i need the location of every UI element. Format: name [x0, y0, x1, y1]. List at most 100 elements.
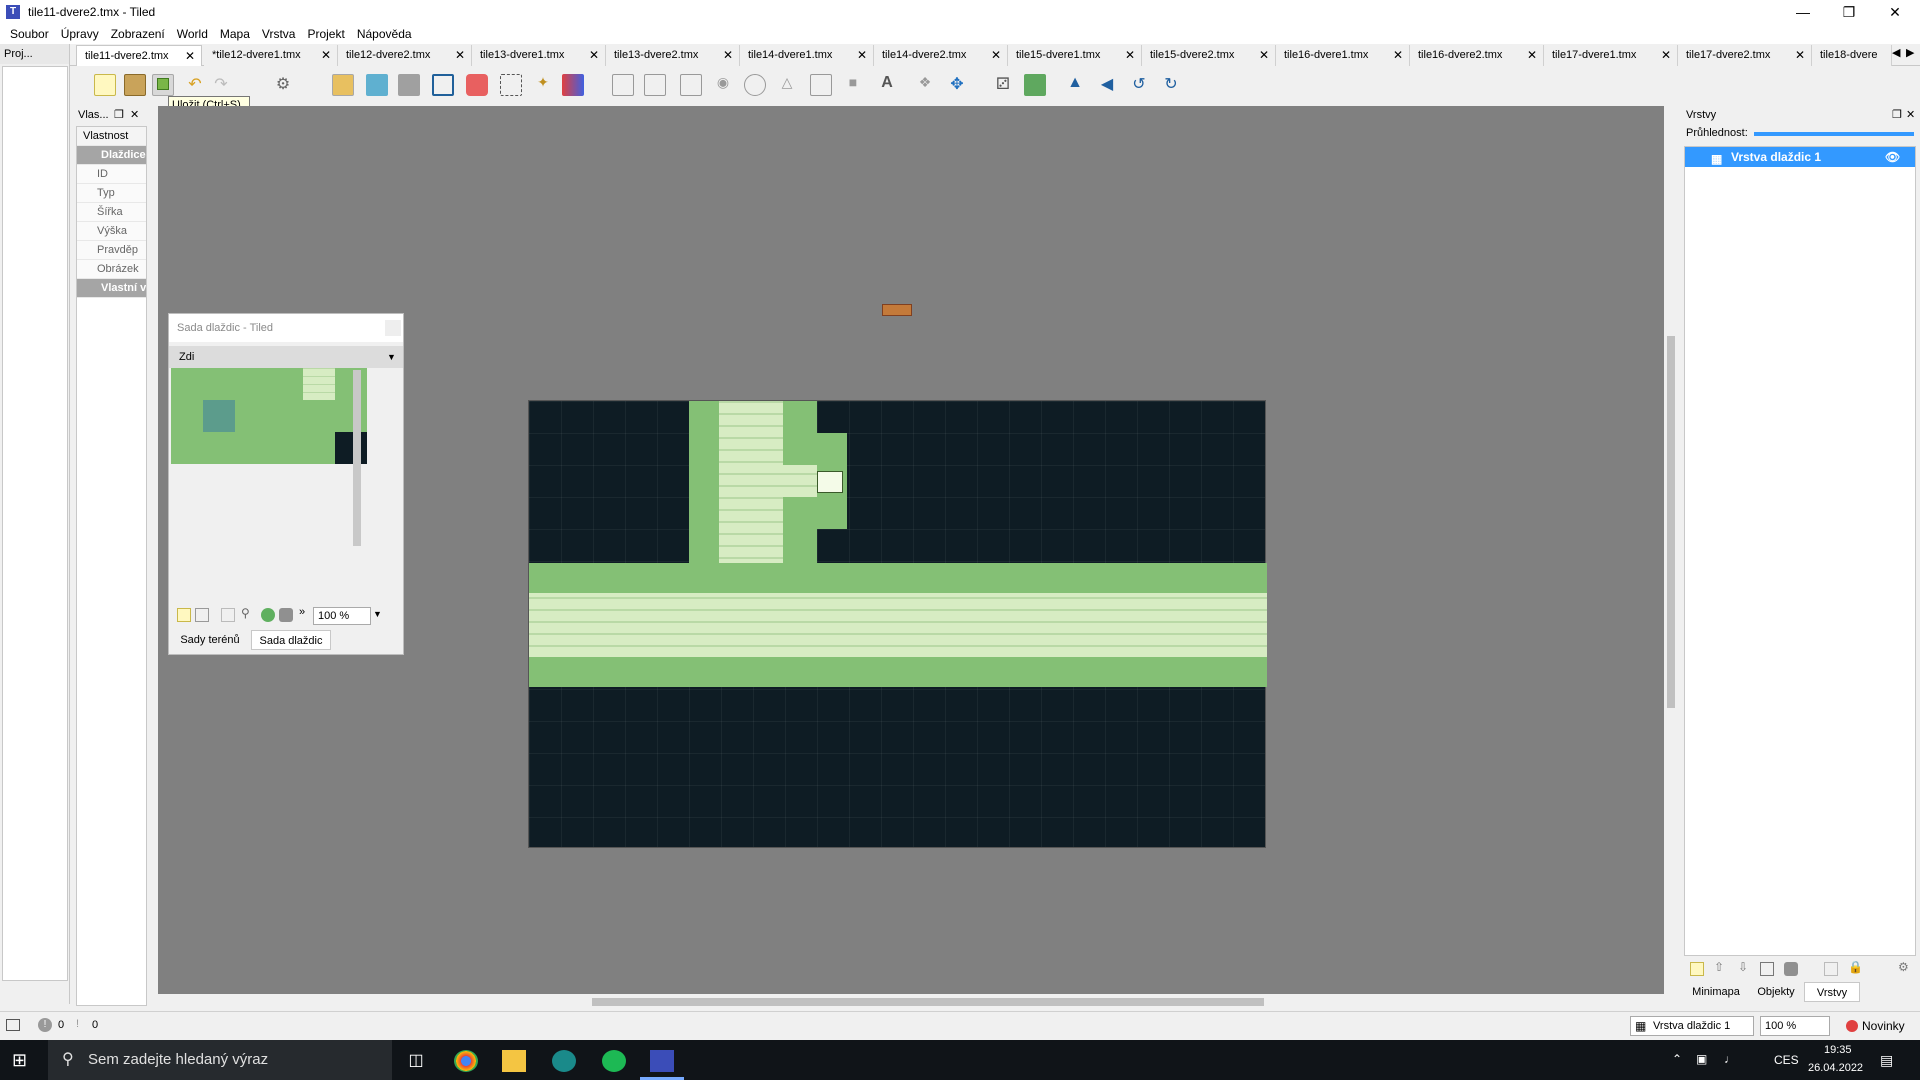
opacity-slider[interactable]: [1754, 132, 1914, 136]
tab-layers[interactable]: Vrstvy: [1804, 982, 1860, 1002]
remove-tileset-icon[interactable]: [279, 608, 293, 622]
move-icon[interactable]: ✥: [946, 74, 968, 96]
layer-row[interactable]: ▦ Vrstva dlaždic 1 👁: [1685, 147, 1915, 167]
close-tab-icon[interactable]: ✕: [1527, 45, 1537, 65]
flip-horizontal-icon[interactable]: ▲: [1064, 74, 1086, 96]
canvas-vertical-scrollbar[interactable]: [1664, 106, 1678, 994]
property-width[interactable]: Šířka: [77, 203, 146, 222]
menu-edit[interactable]: Úpravy: [61, 27, 99, 41]
language-indicator[interactable]: CES: [1774, 1053, 1799, 1067]
tab-tileset[interactable]: Sada dlaždic: [251, 630, 331, 650]
raise-layer-icon[interactable]: ⇧: [1714, 960, 1724, 974]
task-view-icon[interactable]: ◫: [404, 1050, 428, 1072]
property-height[interactable]: Výška: [77, 222, 146, 241]
undo-icon[interactable]: ↶: [184, 74, 206, 96]
tile-selected[interactable]: [203, 400, 235, 432]
error-icon[interactable]: !: [38, 1018, 52, 1032]
chrome-icon[interactable]: [454, 1050, 478, 1072]
clock-time[interactable]: 19:35: [1824, 1044, 1852, 1056]
tab-scroll-left-icon[interactable]: ◀: [1892, 46, 1900, 59]
tab-tile14-dvere1[interactable]: tile14-dvere1.tmx ✕: [740, 45, 874, 66]
more-icon[interactable]: »: [299, 606, 305, 618]
rotate-left-icon[interactable]: ↺: [1128, 74, 1150, 96]
search-icon[interactable]: ⚲: [241, 606, 250, 620]
console-icon[interactable]: [6, 1019, 20, 1031]
lower-layer-icon[interactable]: ⇩: [1738, 960, 1748, 974]
tile-map[interactable]: [528, 400, 1267, 848]
tab-tile13-dvere2[interactable]: tile13-dvere2.tmx ✕: [606, 45, 740, 66]
menu-project[interactable]: Projekt: [307, 27, 344, 41]
command-icon[interactable]: ⚙: [272, 74, 294, 96]
rect-select-icon[interactable]: [500, 74, 522, 96]
duplicate-layer-icon[interactable]: [1760, 962, 1774, 976]
network-icon[interactable]: ▣: [1696, 1052, 1707, 1066]
tab-terrain-sets[interactable]: Sady terénů: [169, 630, 251, 650]
tab-minimap[interactable]: Minimapa: [1684, 982, 1748, 1002]
close-tab-icon[interactable]: ✕: [857, 45, 867, 65]
tab-tile12-dvere1[interactable]: *tile12-dvere1.tmx ✕: [204, 45, 338, 66]
tab-tile12-dvere2[interactable]: tile12-dvere2.tmx ✕: [338, 45, 472, 66]
project-tree[interactable]: [2, 66, 68, 981]
group-custom-properties[interactable]: Vlastní v: [77, 279, 146, 298]
clock-date[interactable]: 26.04.2022: [1808, 1062, 1863, 1074]
restore-icon[interactable]: ❐: [1826, 0, 1872, 24]
volume-icon[interactable]: ♩: [1724, 1052, 1736, 1066]
embed-tileset-icon[interactable]: [195, 608, 209, 622]
export-tileset-icon[interactable]: [221, 608, 235, 622]
properties-table[interactable]: Vlastnost Dlaždice ID Typ Šířka Výška Pr…: [76, 126, 147, 1006]
property-type[interactable]: Typ: [77, 184, 146, 203]
current-layer-select[interactable]: ▦ Vrstva dlaždic 1: [1630, 1016, 1754, 1036]
close-tab-icon[interactable]: ✕: [589, 45, 599, 65]
notifications-icon[interactable]: ▤: [1880, 1052, 1893, 1069]
menu-layer[interactable]: Vrstva: [262, 27, 296, 41]
redo-icon[interactable]: ↷: [210, 74, 232, 96]
minimize-icon[interactable]: —: [1780, 0, 1826, 24]
float-panel-icon[interactable]: ❐: [1892, 108, 1902, 121]
tile-row-2[interactable]: [171, 400, 367, 432]
random-mode-icon[interactable]: ⚂: [992, 74, 1014, 96]
eraser-icon[interactable]: [466, 74, 488, 96]
layer-settings-icon[interactable]: ⚙: [1898, 960, 1909, 974]
tab-tile16-dvere2[interactable]: tile16-dvere2.tmx ✕: [1410, 45, 1544, 66]
close-tab-icon[interactable]: ✕: [455, 45, 465, 65]
property-id[interactable]: ID: [77, 165, 146, 184]
spotify-icon[interactable]: [602, 1050, 626, 1072]
menu-help[interactable]: Nápověda: [357, 27, 412, 41]
close-tab-icon[interactable]: ✕: [723, 45, 733, 65]
menu-view[interactable]: Zobrazení: [111, 27, 165, 41]
close-tab-icon[interactable]: ✕: [1795, 45, 1805, 65]
terrain-brush-icon[interactable]: [366, 74, 388, 96]
close-panel-icon[interactable]: ✕: [1906, 108, 1915, 121]
tile-row-3[interactable]: [171, 432, 335, 464]
tab-tile15-dvere1[interactable]: tile15-dvere1.tmx ✕: [1008, 45, 1142, 66]
float-panel-icon[interactable]: ❐: [114, 108, 124, 121]
close-panel-icon[interactable]: ✕: [130, 108, 139, 121]
property-image[interactable]: Obrázek: [77, 260, 146, 279]
toggle-other-layers-icon[interactable]: [1824, 962, 1838, 976]
tab-tile17-dvere2[interactable]: tile17-dvere2.tmx ✕: [1678, 45, 1812, 66]
zoom-select[interactable]: 100 %: [1760, 1016, 1830, 1036]
tileset-select[interactable]: Zdi ▼: [169, 346, 403, 368]
insert-template-icon[interactable]: ■: [842, 74, 864, 96]
bucket-fill-icon[interactable]: [398, 74, 420, 96]
tab-tile13-dvere1[interactable]: tile13-dvere1.tmx ✕: [472, 45, 606, 66]
layers-list[interactable]: ▦ Vrstva dlaždic 1 👁: [1684, 146, 1916, 956]
tile-row-1[interactable]: [171, 368, 367, 400]
edit-tileset-icon[interactable]: [261, 608, 275, 622]
select-same-tile-icon[interactable]: [562, 74, 584, 96]
tab-objects[interactable]: Objekty: [1748, 982, 1804, 1002]
tile-brick[interactable]: [303, 368, 335, 400]
rotate-right-icon[interactable]: ↻: [1160, 74, 1182, 96]
magic-wand-icon[interactable]: ✦: [532, 74, 554, 96]
close-tab-icon[interactable]: ✕: [321, 45, 331, 65]
insert-polygon-icon[interactable]: △: [776, 74, 798, 96]
close-tab-icon[interactable]: ✕: [1393, 45, 1403, 65]
tab-tile15-dvere2[interactable]: tile15-dvere2.tmx ✕: [1142, 45, 1276, 66]
save-icon[interactable]: [152, 74, 174, 96]
close-tab-icon[interactable]: ✕: [185, 46, 195, 66]
tile-dark-floor[interactable]: [335, 432, 367, 464]
selected-object-marker[interactable]: [882, 304, 912, 316]
lock-icon[interactable]: 🔒: [1848, 960, 1863, 974]
tab-tile16-dvere1[interactable]: tile16-dvere1.tmx ✕: [1276, 45, 1410, 66]
open-icon[interactable]: [124, 74, 146, 96]
